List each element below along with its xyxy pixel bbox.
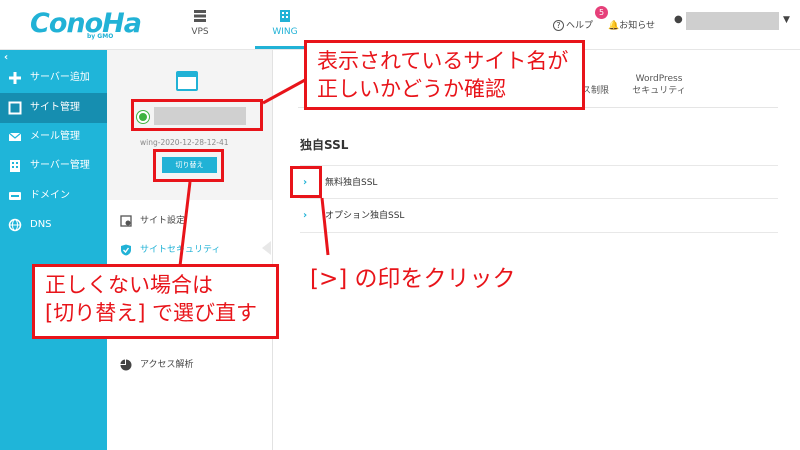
tab-wordpress-security[interactable]: WordPress セキュリティ [625,73,693,97]
shield-icon [121,244,131,255]
section-title: 独自SSL [300,138,349,152]
sidebar-item-dns[interactable]: DNS [0,210,107,240]
notice-link[interactable]: 🔔お知らせ [608,18,655,31]
ssl-row-free[interactable]: › 無料独自SSL [300,165,778,199]
ssl-row-label: 無料独自SSL [325,178,378,188]
highlight-chevron [290,166,322,198]
callout-switch: 正しくない場合は [切り替え] で選び直す [32,264,279,339]
site-menu-analytics[interactable]: アクセス解析 [120,357,194,371]
logo-sub: by GMO [87,33,114,40]
callout-site-name: 表示されているサイト名が 正しいかどうか確認 [304,40,585,110]
ssl-row-option[interactable]: › オプション独自SSL [300,199,778,233]
user-name-redacted[interactable] [686,12,779,30]
main-content [273,50,800,450]
user-icon[interactable]: ● [674,14,683,25]
sidebar-item-add-server[interactable]: サーバー追加 [0,63,107,93]
server-icon [194,10,206,22]
site-window-icon [176,71,198,91]
highlight-site-name [131,99,263,131]
notice-label: お知らせ [619,21,656,31]
ssl-row-label: オプション独自SSL [325,211,405,221]
sidebar-item-label: メール管理 [30,131,80,142]
pie-chart-icon [120,359,132,370]
collapse-icon[interactable]: ‹ [4,52,8,63]
sidebar-item-label: DNS [30,219,52,230]
sidebar-item-site-management[interactable]: サイト管理 [0,93,107,123]
notice-badge: 5 [595,6,608,19]
tab-access-limit[interactable]: ス制限 [582,85,609,97]
site-menu-settings[interactable]: サイト設定 [120,213,185,227]
sidebar-item-label: サーバー追加 [30,72,90,83]
callout-chevron: [>] の印をクリック [310,266,516,292]
sidebar-item-server[interactable]: サーバー管理 [0,151,107,181]
bell-icon: 🔔 [608,21,620,31]
site-menu-label: サイト設定 [140,216,186,226]
building-icon [280,10,290,22]
server-icon [10,160,20,172]
chevron-right-icon[interactable]: › [303,199,307,233]
question-icon: ? [553,20,564,31]
tab-vps[interactable]: VPS [170,0,230,49]
site-menu-security[interactable]: サイトセキュリティ [120,242,220,256]
globe-icon [8,218,22,232]
tab-vps-label: VPS [191,27,209,37]
sidebar-item-label: ドメイン [30,190,70,201]
plus-icon [9,72,21,84]
site-menu-label: サイトセキュリティ [140,245,221,255]
sidebar-item-domain[interactable]: ドメイン [0,181,107,211]
domain-icon [9,192,21,200]
mail-icon [8,132,22,141]
site-id: wing-2020-12-28-12-41 [140,138,229,147]
sidebar-item-label: サーバー管理 [30,160,90,171]
site-menu-label: アクセス解析 [140,360,194,370]
help-link[interactable]: ? ヘルプ [553,18,593,31]
window-icon [8,101,22,115]
chevron-down-icon[interactable]: ▼ [783,15,790,25]
sidebar-item-label: サイト管理 [30,102,80,113]
help-label: ヘルプ [566,21,594,31]
sidebar-item-mail[interactable]: メール管理 [0,122,107,152]
tab-wing-label: WING [272,27,298,37]
gear-icon [120,214,132,227]
highlight-switch-button [153,149,224,182]
active-pointer [262,241,271,255]
conoha-logo[interactable]: ConoHa [30,8,142,39]
